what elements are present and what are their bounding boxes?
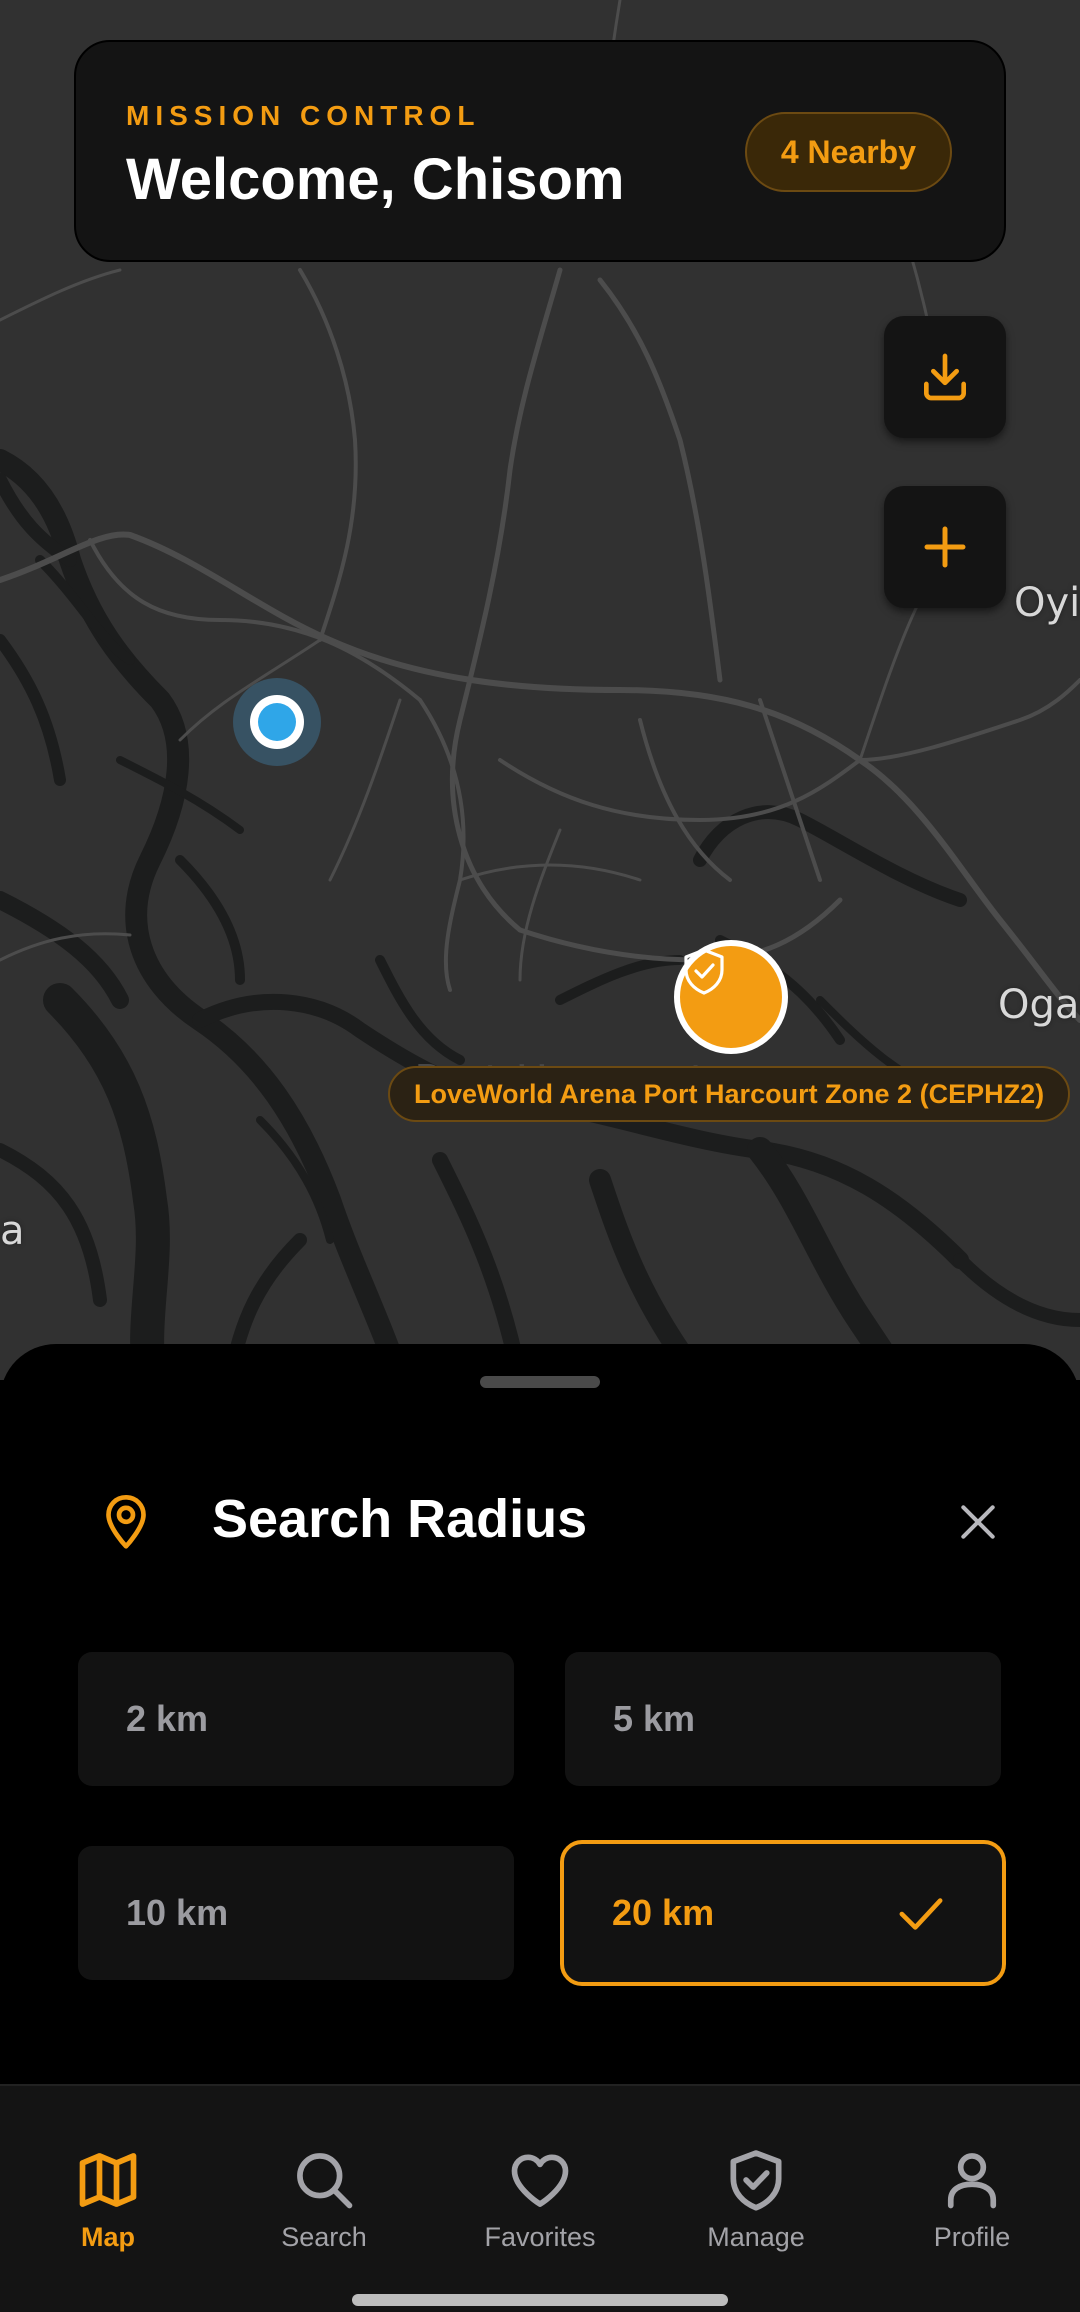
person-icon	[947, 2153, 997, 2209]
nav-item-profile[interactable]: Profile	[892, 2146, 1052, 2253]
sheet-title: Search Radius	[212, 1489, 588, 1549]
nav-label: Favorites	[484, 2222, 596, 2252]
nav-label: Map	[81, 2222, 135, 2252]
search-radius-sheet: Search Radius 2 km 5 km 10 km 20 km	[0, 1344, 1080, 2084]
zoom-in-button[interactable]	[884, 486, 1006, 608]
download-icon	[924, 353, 966, 401]
shield-check-icon	[730, 2150, 782, 2211]
nav-label: Manage	[707, 2222, 805, 2252]
plus-icon	[924, 526, 966, 568]
nav-item-favorites[interactable]: Favorites	[460, 2146, 620, 2253]
nav-item-search[interactable]: Search	[244, 2146, 404, 2253]
shield-check-icon	[684, 948, 724, 995]
radius-option-label: 2 km	[126, 1698, 209, 1739]
location-pin-icon	[106, 1495, 146, 1549]
welcome-card: MISSION CONTROL Welcome, Chisom 4 Nearby	[74, 40, 1006, 262]
radius-option-20km[interactable]: 20 km	[560, 1840, 1006, 1986]
radius-option-label: 20 km	[612, 1892, 715, 1933]
download-button[interactable]	[884, 316, 1006, 438]
checkmark-icon	[899, 1898, 943, 1930]
home-indicator[interactable]	[352, 2294, 728, 2306]
radius-option-10km[interactable]: 10 km	[78, 1846, 514, 1980]
nav-label: Profile	[933, 2222, 1011, 2252]
radius-option-5km[interactable]: 5 km	[565, 1652, 1001, 1786]
map-label-ogal: Ogal	[998, 982, 1080, 1028]
heart-icon	[511, 2154, 569, 2207]
bottom-navigation: Map Search Favorites Manage Profile	[0, 2084, 1080, 2312]
nav-item-map[interactable]: Map	[28, 2146, 188, 2253]
radius-option-label: 10 km	[126, 1892, 229, 1933]
radius-option-label: 5 km	[613, 1698, 696, 1739]
close-icon	[961, 1505, 995, 1539]
nearby-count-badge[interactable]: 4 Nearby	[744, 112, 952, 192]
place-label[interactable]: LoveWorld Arena Port Harcourt Zone 2 (CE…	[388, 1066, 1071, 1122]
nav-label: Search	[281, 2222, 367, 2252]
map-icon	[79, 2153, 137, 2207]
user-location-marker	[233, 678, 321, 766]
radius-option-2km[interactable]: 2 km	[78, 1652, 514, 1786]
place-marker[interactable]	[674, 940, 788, 1054]
nav-item-manage[interactable]: Manage	[676, 2146, 836, 2253]
close-button[interactable]	[950, 1494, 1006, 1550]
search-icon	[297, 2153, 353, 2209]
map-label-oyig: Oyig	[1014, 580, 1080, 626]
map-label-edge: a	[0, 1208, 25, 1254]
sheet-drag-handle[interactable]	[480, 1376, 600, 1388]
